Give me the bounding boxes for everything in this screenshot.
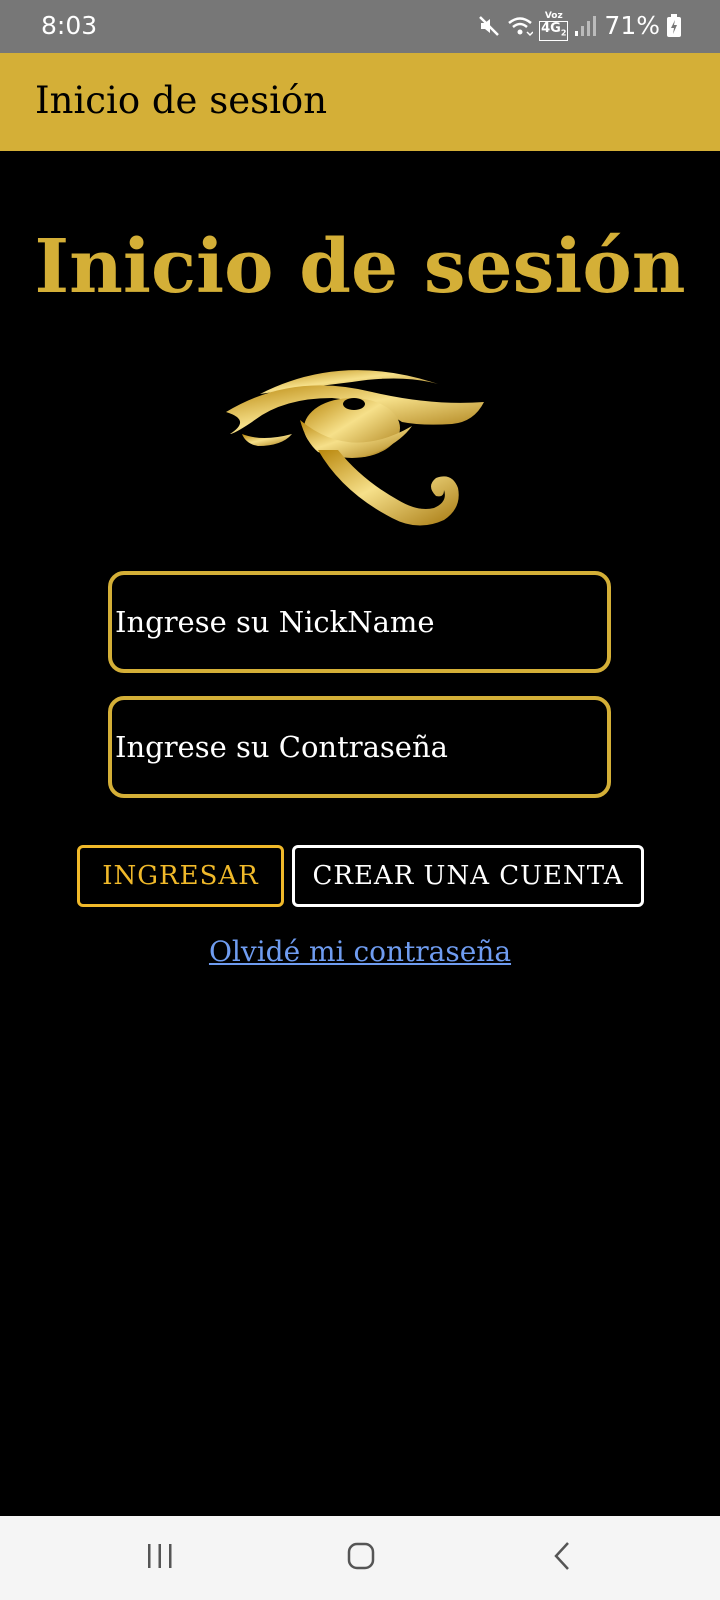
home-button[interactable] bbox=[331, 1534, 391, 1582]
status-time: 8:03 bbox=[41, 11, 98, 40]
signal-icon bbox=[574, 14, 597, 38]
password-input[interactable] bbox=[108, 696, 611, 798]
network-type-text: 4G bbox=[541, 21, 561, 37]
home-icon bbox=[346, 1541, 376, 1575]
network-badge: Voz 4G2 bbox=[539, 11, 569, 41]
network-sub-text: 2 bbox=[560, 28, 567, 38]
battery-icon bbox=[666, 14, 682, 38]
page-title: Inicio de sesión bbox=[34, 224, 686, 310]
status-bar: 8:03 Voz 4G2 71% bbox=[0, 0, 720, 53]
recent-apps-button[interactable] bbox=[130, 1534, 190, 1582]
app-bar: Inicio de sesión bbox=[0, 53, 720, 151]
forgot-password-label[interactable]: Olvidé mi contraseña bbox=[209, 935, 511, 968]
login-button[interactable]: INGRESAR bbox=[77, 845, 284, 907]
nickname-input[interactable] bbox=[108, 571, 611, 673]
status-icons: Voz 4G2 71% bbox=[477, 9, 682, 43]
forgot-password-link[interactable]: Olvidé mi contraseña bbox=[0, 932, 720, 972]
eye-of-horus-icon bbox=[222, 362, 498, 534]
create-account-button[interactable]: CREAR UNA CUENTA bbox=[292, 845, 644, 907]
network-type-label: 4G2 bbox=[539, 21, 569, 41]
recent-apps-icon bbox=[145, 1542, 175, 1574]
back-icon bbox=[548, 1540, 578, 1576]
battery-percent: 71% bbox=[604, 11, 660, 40]
wifi-icon bbox=[507, 14, 534, 38]
app-bar-title: Inicio de sesión bbox=[35, 79, 328, 122]
network-voice-label: Voz bbox=[544, 11, 563, 22]
mute-icon bbox=[477, 14, 501, 38]
back-button[interactable] bbox=[533, 1534, 593, 1582]
system-nav-bar bbox=[0, 1516, 720, 1600]
